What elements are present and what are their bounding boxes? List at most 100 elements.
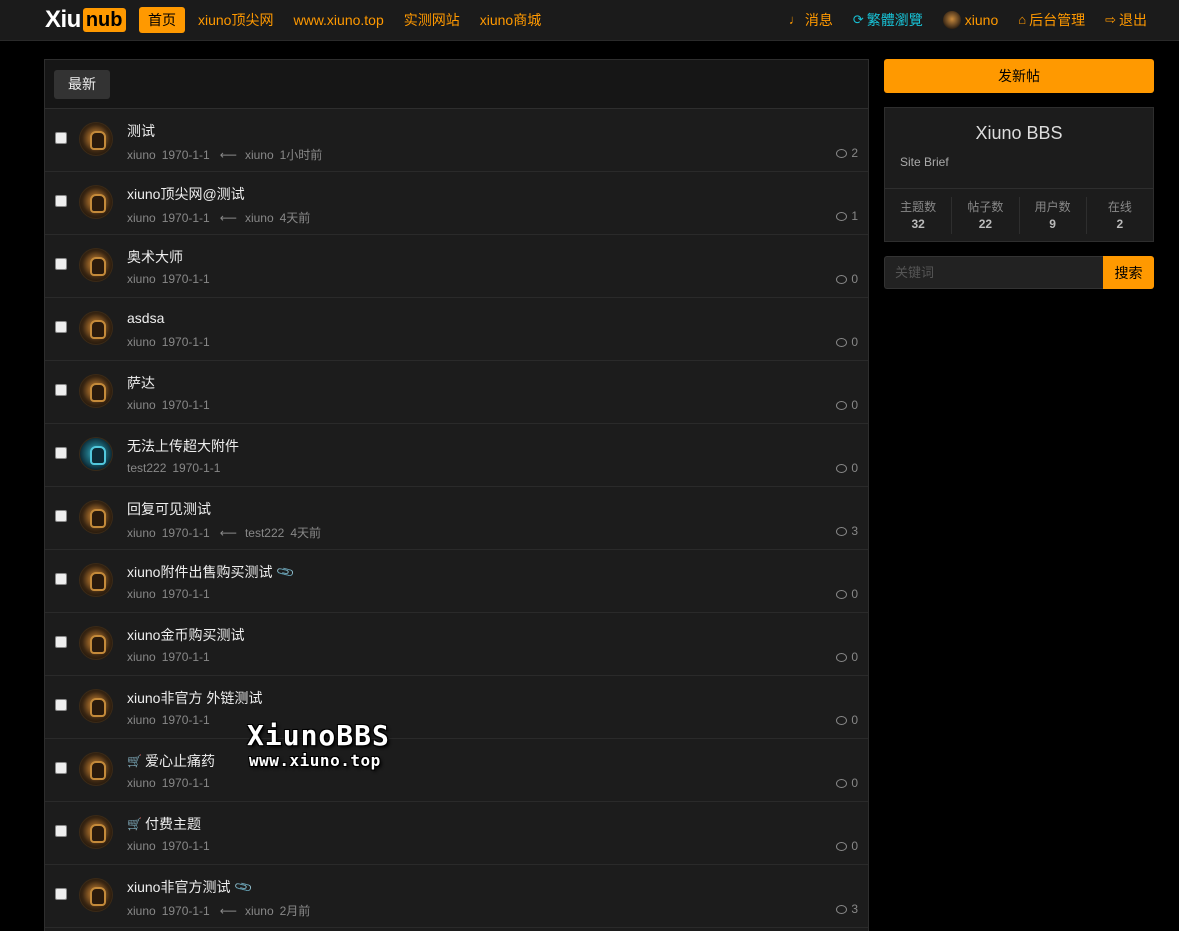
thread-checkbox[interactable] xyxy=(55,447,67,459)
reply-count: 0 xyxy=(836,272,858,286)
nav-user[interactable]: xiuno xyxy=(933,7,1008,33)
thread-checkbox[interactable] xyxy=(55,825,67,837)
avatar[interactable] xyxy=(79,311,113,345)
table-row[interactable]: xiuno顶尖网@测试 xiuno 1970-1-1 ⟵ xiuno 4天前 1 xyxy=(45,172,868,235)
thread-author[interactable]: xiuno xyxy=(127,839,156,853)
thread-title[interactable]: xiuno金币购买测试 xyxy=(127,625,244,645)
thread-meta: xiuno 1970-1-1 ⟵ xiuno 1小时前 xyxy=(127,146,328,163)
nav-item-xiuno-top-site[interactable]: xiuno顶尖网 xyxy=(188,7,283,33)
thread-meta: xiuno 1970-1-1 ⟵ test222 4天前 xyxy=(127,524,327,541)
avatar[interactable] xyxy=(79,815,113,849)
thread-checkbox[interactable] xyxy=(55,510,67,522)
search-input[interactable] xyxy=(884,256,1103,289)
thread-title[interactable]: xiuno非官方 外链测试 xyxy=(127,688,262,708)
thread-checkbox[interactable] xyxy=(55,384,67,396)
new-post-button[interactable]: 发新帖 xyxy=(884,59,1154,93)
table-row[interactable]: xiuno金币购买测试 xiuno 1970-1-1 0 xyxy=(45,613,868,676)
left-arrow-icon: ⟵ xyxy=(219,526,237,540)
thread-author[interactable]: xiuno xyxy=(127,272,156,286)
home-icon: ⌂ xyxy=(1018,12,1027,27)
thread-title[interactable]: 🛒 爱心止痛药 xyxy=(127,751,215,771)
table-row[interactable]: 回复可见测试 xiuno 1970-1-1 ⟵ test222 4天前 3 xyxy=(45,487,868,550)
thread-author[interactable]: xiuno xyxy=(127,650,156,664)
thread-author[interactable]: xiuno xyxy=(127,335,156,349)
avatar[interactable] xyxy=(79,437,113,471)
reply-count-value: 1 xyxy=(851,209,858,223)
thread-checkbox[interactable] xyxy=(55,888,67,900)
thread-checkbox[interactable] xyxy=(55,636,67,648)
thread-checkbox[interactable] xyxy=(55,195,67,207)
avatar[interactable] xyxy=(79,185,113,219)
thread-author[interactable]: xiuno xyxy=(127,398,156,412)
stat-online: 在线 2 xyxy=(1087,197,1153,234)
last-reply-user[interactable]: xiuno xyxy=(245,211,274,225)
nav-traditional-chinese[interactable]: ⟳ 繁體瀏覽 xyxy=(843,7,933,33)
thread-title[interactable]: 萨达 xyxy=(127,373,155,393)
thread-checkbox[interactable] xyxy=(55,699,67,711)
nav-item-home[interactable]: 首页 xyxy=(139,7,185,33)
thread-title[interactable]: xiuno顶尖网@测试 xyxy=(127,184,245,204)
reply-count-value: 2 xyxy=(851,146,858,160)
table-row[interactable]: xiuno附件出售购买测试 📎 xiuno 1970-1-1 0 xyxy=(45,550,868,613)
table-row[interactable]: 🛒 付费主题 xiuno 1970-1-1 0 xyxy=(45,802,868,865)
avatar[interactable] xyxy=(79,752,113,786)
thread-title[interactable]: xiuno附件出售购买测试 📎 xyxy=(127,562,296,582)
thread-checkbox[interactable] xyxy=(55,258,67,270)
last-reply-user[interactable]: xiuno xyxy=(245,148,274,162)
thread-author[interactable]: xiuno xyxy=(127,148,156,162)
last-reply-user[interactable]: xiuno xyxy=(245,904,274,918)
table-row[interactable]: 奥术大师 xiuno 1970-1-1 0 xyxy=(45,235,868,298)
search-button[interactable]: 搜索 xyxy=(1103,256,1154,289)
nav-admin[interactable]: ⌂ 后台管理 xyxy=(1008,7,1095,33)
last-reply-user[interactable]: test222 xyxy=(245,526,284,540)
avatar[interactable] xyxy=(79,374,113,408)
thread-title[interactable]: 回复可见测试 xyxy=(127,499,211,519)
nav-item-test-site[interactable]: 实测网站 xyxy=(394,7,470,33)
thread-title[interactable]: 测试 xyxy=(127,121,155,141)
thread-author[interactable]: test222 xyxy=(127,461,166,475)
thread-title[interactable]: 🛒 付费主题 xyxy=(127,814,201,834)
tab-latest[interactable]: 最新 xyxy=(54,70,110,99)
table-row[interactable]: xiuno非官方 外链测试 xiuno 1970-1-1 0 xyxy=(45,676,868,739)
thread-title[interactable]: asdsa xyxy=(127,310,164,326)
thread-meta: xiuno 1970-1-1 ⟵ xiuno 4天前 xyxy=(127,209,316,226)
site-brief: Site Brief xyxy=(900,155,949,169)
thread-title[interactable]: 无法上传超大附件 xyxy=(127,436,239,456)
thread-author[interactable]: xiuno xyxy=(127,587,156,601)
nav-messages[interactable]: ♩ 消息 xyxy=(779,7,843,33)
nav-item-xiuno-url[interactable]: www.xiuno.top xyxy=(283,7,393,33)
cart-icon: 🛒 xyxy=(127,754,142,768)
table-row[interactable]: 测试 xiuno 1970-1-1 ⟵ xiuno 1小时前 2 xyxy=(45,109,868,172)
site-info-card: Xiuno BBS Site Brief 主题数 32 帖子数 22 用户数 9… xyxy=(884,107,1154,242)
avatar[interactable] xyxy=(79,500,113,534)
table-row[interactable]: 萨达 xiuno 1970-1-1 0 xyxy=(45,361,868,424)
avatar[interactable] xyxy=(79,122,113,156)
site-logo[interactable]: Xiu nub xyxy=(45,6,126,34)
nav-item-shop[interactable]: xiuno商城 xyxy=(470,7,551,33)
thread-author[interactable]: xiuno xyxy=(127,713,156,727)
avatar[interactable] xyxy=(79,626,113,660)
thread-author[interactable]: xiuno xyxy=(127,211,156,225)
nav-logout[interactable]: ⇨ 退出 xyxy=(1095,7,1157,33)
thread-title[interactable]: 奥术大师 xyxy=(127,247,183,267)
comment-icon xyxy=(836,526,848,536)
table-row[interactable]: asdsa xiuno 1970-1-1 0 xyxy=(45,298,868,361)
thread-checkbox[interactable] xyxy=(55,321,67,333)
avatar[interactable] xyxy=(79,689,113,723)
thread-checkbox[interactable] xyxy=(55,132,67,144)
table-row[interactable]: 无法上传超大附件 test222 1970-1-1 0 xyxy=(45,424,868,487)
table-row[interactable]: xiuno非官方测试 📎 xiuno 1970-1-1 ⟵ xiuno 2月前 3 xyxy=(45,865,868,928)
thread-author[interactable]: xiuno xyxy=(127,526,156,540)
thread-checkbox[interactable] xyxy=(55,762,67,774)
avatar[interactable] xyxy=(79,878,113,912)
reply-count-value: 0 xyxy=(851,398,858,412)
avatar[interactable] xyxy=(79,248,113,282)
thread-meta: xiuno 1970-1-1 xyxy=(127,587,216,601)
table-row[interactable]: 🛒 爱心止痛药 xiuno 1970-1-1 0 xyxy=(45,739,868,802)
thread-title[interactable]: xiuno非官方测试 📎 xyxy=(127,877,254,897)
avatar[interactable] xyxy=(79,563,113,597)
reply-count-value: 0 xyxy=(851,713,858,727)
thread-author[interactable]: xiuno xyxy=(127,904,156,918)
thread-author[interactable]: xiuno xyxy=(127,776,156,790)
thread-checkbox[interactable] xyxy=(55,573,67,585)
